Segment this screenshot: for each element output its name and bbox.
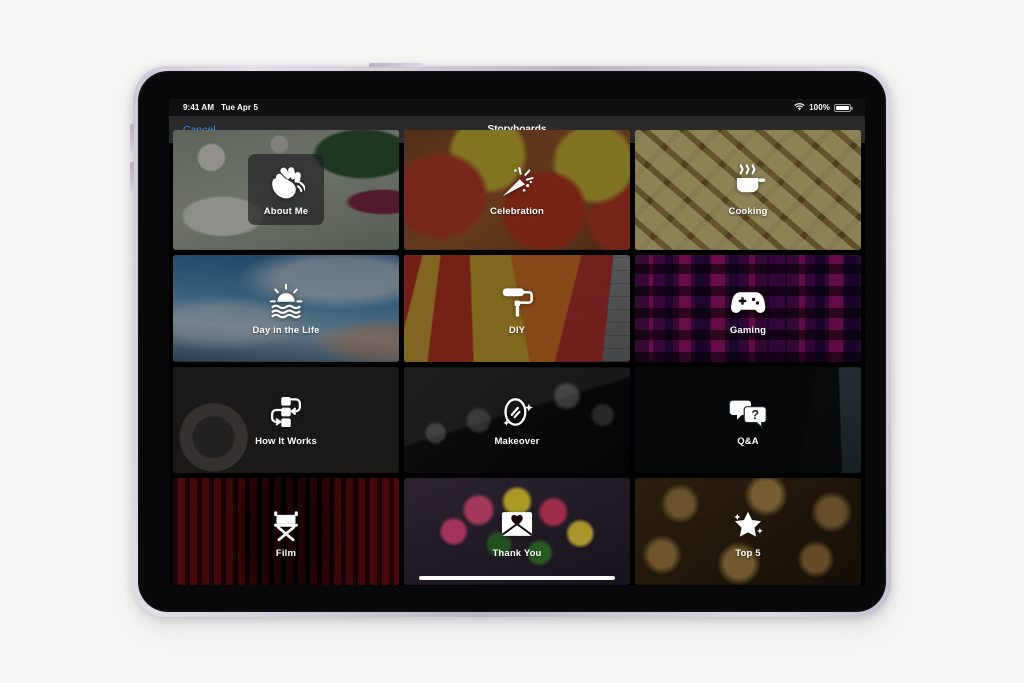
steaming-pot-icon: [729, 163, 767, 201]
storyboard-tile[interactable]: Day in the Life: [173, 254, 399, 362]
battery-full-icon: [834, 103, 853, 112]
status-bar-left: 9:41 AM Tue Apr 5: [183, 103, 258, 112]
tile-label: Day in the Life: [252, 324, 320, 336]
star-sparkle-icon: [729, 505, 767, 543]
tile-content: Makeover: [478, 384, 555, 455]
process-flow-icon: [267, 393, 305, 431]
svg-text:?: ?: [751, 408, 759, 423]
paint-roller-icon: [498, 282, 536, 320]
tile-label: Makeover: [494, 436, 540, 448]
storyboard-tile[interactable]: Film: [173, 478, 399, 585]
storyboard-tile[interactable]: Thank You: [404, 478, 630, 585]
storyboard-tile[interactable]: Gaming: [635, 254, 861, 362]
waving-hand-icon: [267, 163, 305, 201]
director-chair-icon: [267, 505, 305, 543]
tile-content: Celebration: [474, 154, 560, 225]
ipad-device-frame: 9:41 AM Tue Apr 5 100% About Me Celebrat…: [130, 63, 891, 617]
tile-content: Film: [251, 496, 321, 567]
tile-label: Thank You: [492, 548, 542, 560]
tile-label: Q&A: [737, 436, 759, 448]
heart-envelope-icon: [498, 505, 536, 543]
tile-label: How It Works: [255, 436, 317, 448]
storyboard-grid: About Me Celebration Cooking Day in the Lif…: [169, 130, 865, 585]
tile-content: About Me: [247, 154, 325, 226]
storyboard-tile[interactable]: About Me: [173, 130, 399, 250]
tile-label: Film: [275, 548, 297, 560]
tile-content: DIY: [482, 273, 552, 344]
storyboard-tile[interactable]: Celebration: [404, 130, 630, 250]
home-indicator[interactable]: [419, 576, 615, 580]
status-time: 9:41 AM: [183, 103, 215, 112]
storyboard-tile[interactable]: DIY: [404, 254, 630, 362]
game-controller-icon: [729, 282, 767, 320]
status-date: Tue Apr 5: [221, 103, 258, 112]
tile-content: Day in the Life: [236, 273, 335, 344]
battery-percent-label: 100%: [809, 103, 830, 112]
status-bar-right: 100%: [794, 102, 853, 113]
tile-content: How It Works: [239, 384, 333, 455]
status-bar: 9:41 AM Tue Apr 5 100%: [169, 99, 865, 116]
tile-label: Celebration: [490, 206, 544, 218]
storyboard-tile[interactable]: Top 5: [635, 478, 861, 585]
ipad-screen: 9:41 AM Tue Apr 5 100% About Me Celebrat…: [169, 99, 865, 585]
device-bezel: 9:41 AM Tue Apr 5 100% About Me Celebrat…: [138, 71, 886, 612]
storyboard-tile[interactable]: How It Works: [173, 366, 399, 474]
tile-label: Top 5: [735, 548, 761, 560]
storyboard-tile[interactable]: ? Q&A: [635, 366, 861, 474]
tile-label: Cooking: [728, 206, 768, 218]
power-button[interactable]: [369, 63, 423, 67]
tile-label: Gaming: [729, 324, 767, 336]
wifi-icon: [794, 102, 805, 113]
question-bubbles-icon: ?: [729, 393, 767, 431]
tile-content: Thank You: [476, 496, 557, 567]
tile-content: Top 5: [713, 496, 783, 567]
sunrise-water-icon: [267, 282, 305, 320]
mirror-sparkle-icon: [498, 393, 536, 431]
tile-label: About Me: [263, 206, 309, 218]
party-popper-icon: [498, 163, 536, 201]
tile-label: DIY: [508, 324, 526, 336]
storyboard-tile[interactable]: Cooking: [635, 130, 861, 250]
tile-content: ? Q&A: [713, 384, 783, 455]
storyboard-tile[interactable]: Makeover: [404, 366, 630, 474]
volume-down-button[interactable]: [130, 162, 134, 192]
tile-content: Gaming: [713, 273, 783, 344]
tile-content: Cooking: [712, 154, 783, 225]
volume-up-button[interactable]: [130, 124, 134, 154]
page-backdrop: 9:41 AM Tue Apr 5 100% About Me Celebrat…: [0, 0, 1024, 683]
